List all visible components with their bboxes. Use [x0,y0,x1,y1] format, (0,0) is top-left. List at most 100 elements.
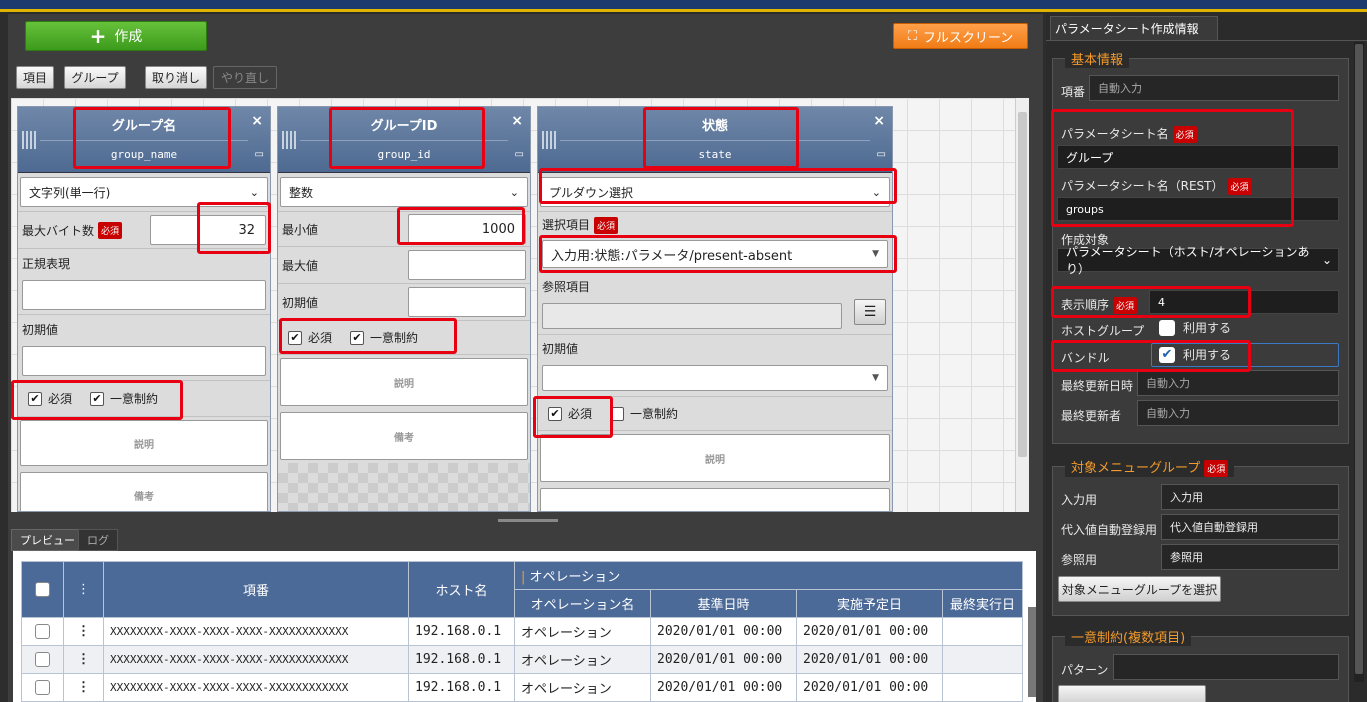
type-select[interactable]: 整数 ⌄ [280,177,528,207]
description-textarea[interactable]: 説明 [540,434,890,482]
column-group-id[interactable]: グループID group_id × ▭ 整数 ⌄ 最小値 1000 最大値 初期値 [277,106,531,512]
hostgroup-checkbox[interactable] [1159,319,1175,336]
row-checkbox[interactable] [35,680,50,695]
unique-checkbox[interactable]: ✔ [350,330,365,345]
create-label: 作成 [114,29,143,45]
pattern-label: パターン [1061,663,1109,677]
target-select[interactable]: パラメータシート（ホスト/オペレーションあり） ⌄ [1057,245,1339,276]
canvas-scrollbar[interactable] [1015,98,1029,512]
cell-host: 192.168.0.1 [408,673,515,702]
row-menu-icon[interactable]: ⋮ [63,617,104,646]
select-item-dropdown[interactable]: 入力用:状態:パラメータ/present-absent ▼ [542,240,888,268]
cell-host: 192.168.0.1 [408,617,515,646]
ref-item-input[interactable] [542,303,842,329]
unique-checkbox[interactable] [610,406,625,421]
sheet-rest-input[interactable]: groups [1057,197,1339,221]
target-value: パラメータシート（ホスト/オペレーションあり） [1066,245,1310,276]
table-row[interactable]: ⋮ XXXXXXXX-XXXX-XXXX-XXXX-XXXXXXXXXXXX 1… [21,645,1023,674]
cell-no: XXXXXXXX-XXXX-XXXX-XXXX-XXXXXXXXXXXX [103,617,409,646]
required-label: 必須 [568,407,593,421]
header-no[interactable]: 項番 [103,561,409,618]
column-header[interactable]: グループID group_id × ▭ [278,107,530,173]
note-textarea[interactable]: 備考 [20,472,268,511]
table-row[interactable]: ⋮ XXXXXXXX-XXXX-XXXX-XXXX-XXXXXXXXXXXX 1… [21,617,1023,646]
unique-select-button[interactable] [1058,685,1206,702]
minimize-icon[interactable]: ▭ [515,149,524,160]
tab-sheet-info[interactable]: パラメータシート作成情報 [1050,16,1218,40]
updater-value: 自動入力 [1137,400,1339,426]
row-menu-icon[interactable]: ⋮ [63,673,104,702]
list-icon[interactable]: ☰ [854,299,886,325]
bundle-checkbox[interactable]: ✔ [1159,346,1175,363]
row-menu-icon[interactable]: ⋮ [63,645,104,674]
order-input[interactable]: 4 [1149,290,1339,314]
type-select[interactable]: プルダウン選択 ⌄ [540,177,890,207]
table-scrollbar[interactable] [1028,607,1036,697]
minimize-icon[interactable]: ▭ [255,149,264,160]
cell-op: オペレーション [514,673,651,702]
maxbytes-input[interactable]: 32 [150,215,266,245]
tab-log[interactable]: ログ [78,529,118,551]
basic-info-title: 基本情報 [1065,49,1130,68]
no-value: 自動入力 [1089,75,1339,101]
unique-checkbox[interactable]: ✔ [90,391,105,406]
description-textarea[interactable]: 説明 [20,420,268,466]
drag-handle-icon[interactable] [542,131,556,149]
regex-input[interactable] [22,280,266,310]
row-checkbox[interactable] [35,652,50,667]
column-group-name[interactable]: グループ名 group_name × ▭ 文字列(単一行) ⌄ 最大バイト数 必須 … [17,106,271,512]
editor-area: + 作成 ⛶ フルスクリーン 項目 グループ 取り消し やり直し グループ名 gro… [8,14,1043,702]
tab-preview[interactable]: プレビュー [11,529,84,551]
bundle-toggle[interactable]: ✔ 利用する [1159,346,1231,363]
column-header[interactable]: グループ名 group_name × ▭ [18,107,270,173]
sheet-name-input[interactable]: グループ [1057,145,1339,169]
header-base-date[interactable]: 基準日時 [650,589,797,618]
drag-handle-icon[interactable] [282,131,296,149]
undo-button[interactable]: 取り消し [145,66,207,89]
default-input[interactable] [22,346,266,376]
no-label: 項番 [1061,85,1086,99]
unique-label: 一意制約 [630,407,679,421]
chevron-down-icon: ⌄ [871,185,881,199]
drag-handle-icon[interactable] [22,131,36,149]
create-button[interactable]: + 作成 [25,21,207,51]
note-textarea[interactable] [540,488,890,511]
column-header[interactable]: 状態 state × ▭ [538,107,892,173]
column-state[interactable]: 状態 state × ▭ プルダウン選択 ⌄ 選択項目 必須 入力用:状態:パラメー… [537,106,893,512]
add-item-button[interactable]: 項目 [16,66,54,89]
default-input[interactable] [408,287,526,317]
note-textarea[interactable]: 備考 [280,412,528,460]
type-select[interactable]: 文字列(単一行) ⌄ [20,177,268,207]
redo-button[interactable]: やり直し [213,66,277,89]
close-icon[interactable]: × [251,113,263,129]
menu-group-section: 対象メニューグループ 必須 入力用 入力用 代入値自動登録用 代入値自動登録用 参… [1052,457,1349,616]
required-checkbox[interactable]: ✔ [548,406,562,421]
bundle-use-label: 利用する [1183,348,1232,362]
select-menu-group-button[interactable]: 対象メニューグループを選択 [1058,576,1221,602]
plus-icon: + [89,24,107,48]
required-checkbox[interactable]: ✔ [288,330,302,345]
add-group-button[interactable]: グループ [64,66,126,89]
close-icon[interactable]: × [511,113,523,129]
min-input[interactable]: 1000 [408,214,526,244]
close-icon[interactable]: × [873,113,885,129]
panel-scrollbar[interactable] [1354,42,1364,682]
fullscreen-button[interactable]: ⛶ フルスクリーン [893,23,1028,49]
select-all-header[interactable] [21,561,64,618]
hostgroup-toggle[interactable]: 利用する [1159,319,1231,336]
header-host[interactable]: ホスト名 [408,561,515,618]
description-textarea[interactable]: 説明 [280,358,528,406]
default-select[interactable]: ▼ [542,365,888,391]
header-op-name[interactable]: オペレーション名 [514,589,651,618]
required-checkbox[interactable]: ✔ [28,391,42,406]
header-scheduled[interactable]: 実施予定日 [796,589,943,618]
operation-group-label: オペレーション [529,570,621,585]
fullscreen-icon: ⛶ [907,28,917,44]
max-input[interactable] [408,250,526,280]
table-row[interactable]: ⋮ XXXXXXXX-XXXX-XXXX-XXXX-XXXXXXXXXXXX 1… [21,673,1023,702]
select-all-checkbox[interactable] [35,582,50,597]
header-last-exec[interactable]: 最終実行日 [942,589,1023,618]
column-id: group_name [110,148,178,161]
minimize-icon[interactable]: ▭ [877,149,886,160]
row-checkbox[interactable] [35,624,50,639]
